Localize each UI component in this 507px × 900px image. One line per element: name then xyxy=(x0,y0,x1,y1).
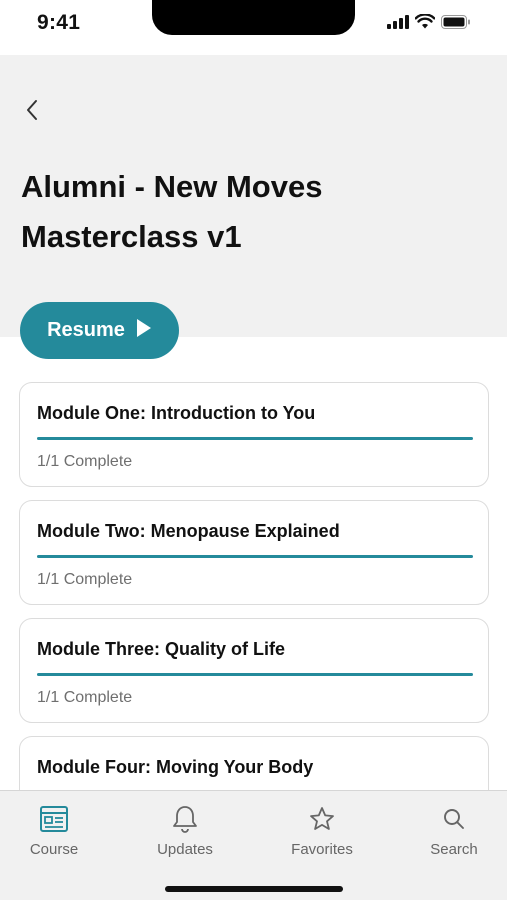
module-status: 1/1 Complete xyxy=(37,571,133,588)
home-indicator xyxy=(165,886,343,892)
module-card[interactable]: Module Three: Quality of Life 1/1 Comple… xyxy=(19,618,489,723)
tab-label: Course xyxy=(29,841,79,858)
module-progress-fill xyxy=(37,437,473,440)
tab-favorites[interactable]: Favorites xyxy=(272,803,372,858)
chevron-left-icon xyxy=(25,99,39,126)
module-progress-fill xyxy=(37,673,473,676)
play-icon xyxy=(136,318,152,343)
resume-button[interactable]: Resume xyxy=(20,302,179,359)
notch xyxy=(152,0,355,35)
module-title: Module Four: Moving Your Body xyxy=(37,757,314,777)
resume-button-label: Resume xyxy=(47,319,125,341)
back-button[interactable] xyxy=(18,98,46,126)
status-icons xyxy=(387,13,471,34)
tab-bar: Course Updates Favorites Search xyxy=(0,790,507,900)
wifi-icon xyxy=(414,13,436,34)
star-icon xyxy=(309,803,335,835)
cellular-signal-icon xyxy=(387,14,409,34)
tab-updates[interactable]: Updates xyxy=(135,803,235,858)
module-title: Module One: Introduction to You xyxy=(37,403,316,423)
module-status: 1/1 Complete xyxy=(37,453,133,470)
module-card[interactable]: Module One: Introduction to You 1/1 Comp… xyxy=(19,382,489,487)
tab-label: Favorites xyxy=(291,841,353,858)
battery-icon xyxy=(441,14,471,34)
tab-course[interactable]: Course xyxy=(4,803,104,858)
tab-label: Search xyxy=(430,841,478,858)
search-icon xyxy=(442,803,466,835)
module-status: 1/1 Complete xyxy=(37,689,133,706)
page-title: Alumni - New Moves Masterclass v1 xyxy=(21,169,323,254)
module-card[interactable]: Module Two: Menopause Explained 1/1 Comp… xyxy=(19,500,489,605)
module-title: Module Two: Menopause Explained xyxy=(37,521,340,541)
module-title: Module Three: Quality of Life xyxy=(37,639,286,659)
tab-search[interactable]: Search xyxy=(404,803,504,858)
tab-label: Updates xyxy=(157,841,213,858)
status-bar: 9:41 xyxy=(0,0,507,55)
module-progress-bar xyxy=(37,437,473,440)
module-progress-bar xyxy=(37,673,473,676)
module-progress-bar xyxy=(37,555,473,558)
module-progress-fill xyxy=(37,555,473,558)
course-icon xyxy=(40,803,68,835)
status-time: 9:41 xyxy=(37,11,81,34)
bell-icon xyxy=(172,803,198,835)
